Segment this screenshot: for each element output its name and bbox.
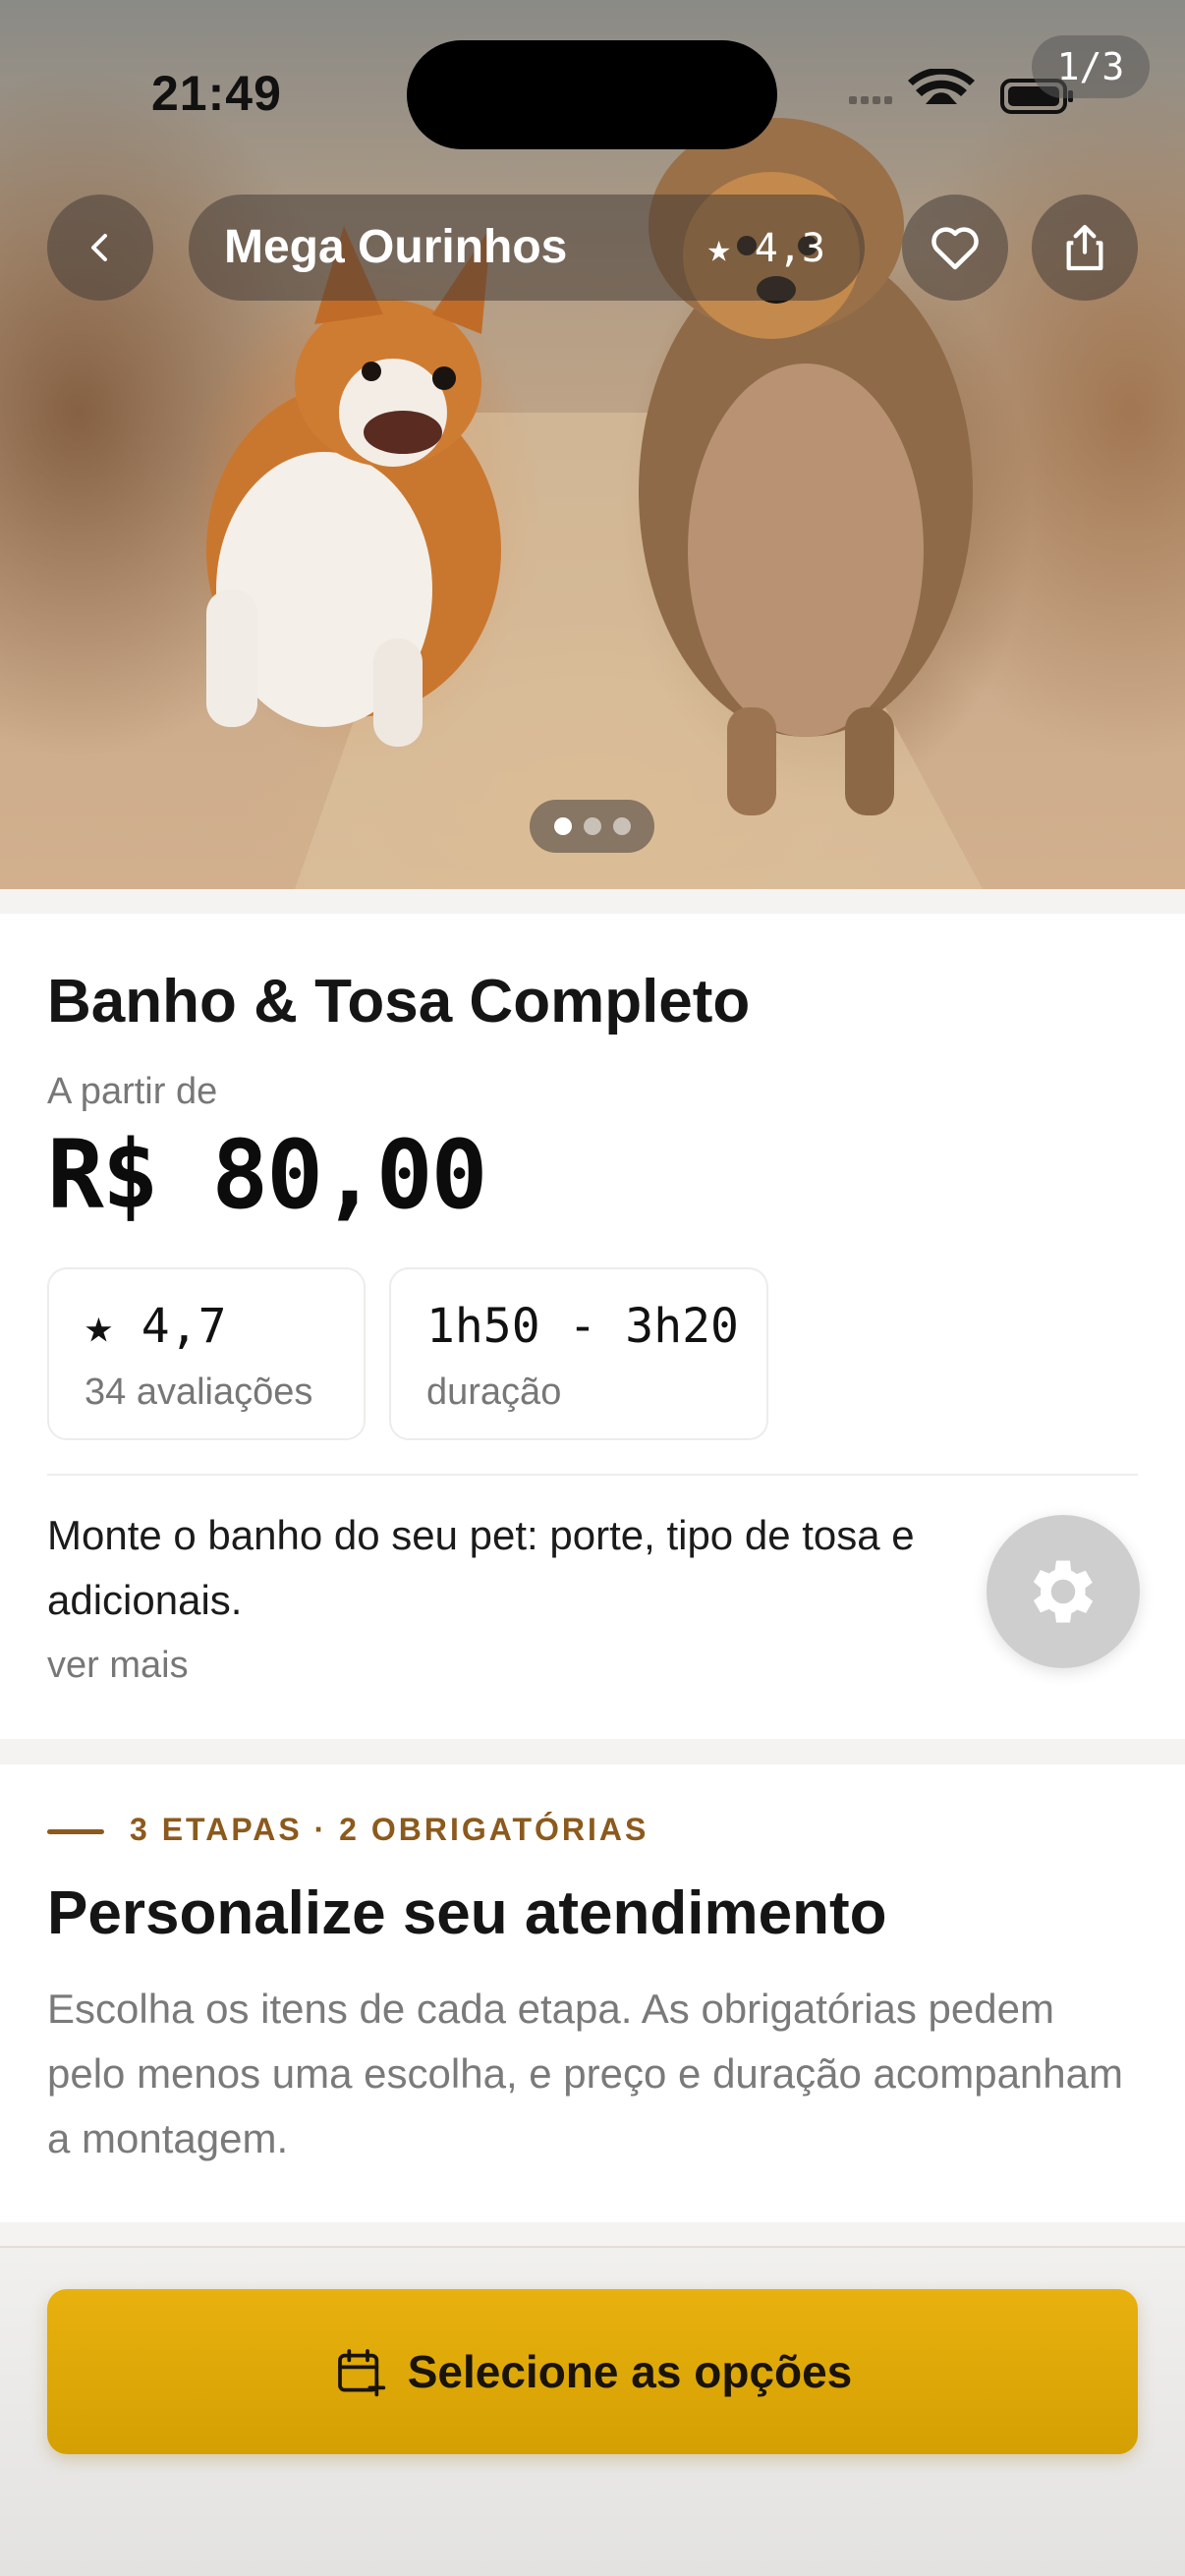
duration-stat: 1h50 - 3h20 duração [389, 1267, 768, 1440]
share-icon [1066, 224, 1103, 271]
see-more-link[interactable]: ver mais [47, 1645, 189, 1687]
calendar-plus-icon [337, 2349, 385, 2397]
eyebrow-accent-line [47, 1829, 104, 1834]
service-price: R$ 80,00 [47, 1120, 487, 1230]
duration-label: duração [426, 1372, 562, 1413]
select-options-button[interactable]: Selecione as opções [47, 2289, 1138, 2454]
rating-value: ★ 4,7 [85, 1299, 227, 1354]
service-description: Monte o banho do seu pet: porte, tipo de… [47, 1512, 915, 1623]
hero-image[interactable]: 21:49 1/3 Mega Ourinhos ★ 4,3 [0, 0, 1185, 889]
service-title: Banho & Tosa Completo [47, 968, 751, 1036]
share-button[interactable] [1032, 195, 1138, 301]
pagination-dot[interactable] [583, 817, 601, 835]
bottom-bar: Selecione as opções [0, 2246, 1185, 2576]
pagination-dot[interactable] [553, 817, 572, 835]
store-rating: ★ 4,3 [706, 226, 825, 271]
divider [47, 1474, 1138, 1476]
select-options-label: Selecione as opções [407, 2346, 853, 2397]
wifi-icon [908, 69, 975, 104]
customize-section: 3 ETAPAS · 2 OBRIGATÓRIAS Personalize se… [0, 1764, 1185, 2222]
settings-button[interactable] [987, 1515, 1140, 1668]
customize-text: Escolha os itens de cada etapa. As obrig… [47, 1986, 1123, 2161]
pagination-dot[interactable] [612, 817, 631, 835]
gear-icon [1033, 1560, 1094, 1623]
back-icon [91, 234, 107, 261]
rating-stat[interactable]: ★ 4,7 34 avaliações [47, 1267, 366, 1440]
back-button[interactable] [47, 195, 153, 301]
gallery-counter: 1/3 [1032, 35, 1150, 98]
status-time: 21:49 [151, 66, 282, 121]
favorite-button[interactable] [902, 195, 1008, 301]
duration-value: 1h50 - 3h20 [426, 1299, 739, 1354]
heart-icon [931, 227, 979, 270]
store-pill[interactable]: Mega Ourinhos ★ 4,3 [189, 195, 865, 301]
steps-eyebrow: 3 ETAPAS · 2 OBRIGATÓRIAS [130, 1812, 649, 1847]
price-from-label: A partir de [47, 1071, 218, 1112]
gallery-pagination[interactable] [530, 800, 654, 853]
store-name: Mega Ourinhos [224, 221, 568, 273]
customize-title: Personalize seu atendimento [47, 1879, 887, 1947]
rating-count: 34 avaliações [85, 1372, 313, 1413]
dynamic-island [407, 40, 777, 149]
signal-icon [849, 96, 892, 104]
